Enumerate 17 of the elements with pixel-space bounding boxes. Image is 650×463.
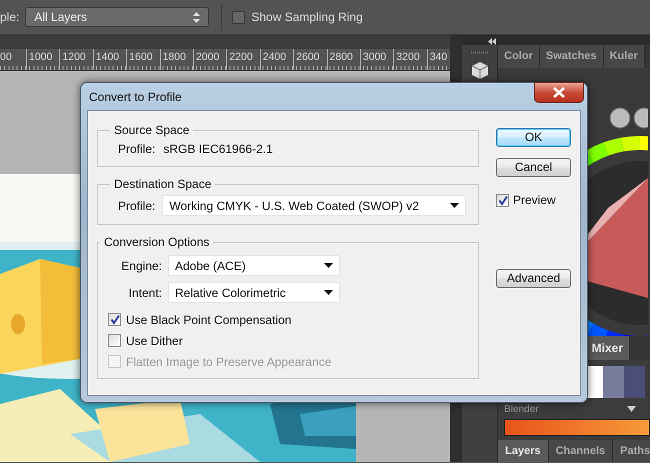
group-legend: Destination Space — [110, 177, 216, 191]
dialog-title: Convert to Profile — [88, 89, 182, 106]
field-label: Intent: — [128, 284, 162, 302]
sample-label: ple: — [0, 9, 20, 26]
checkbox-label: Flatten Image to Preserve Appearance — [126, 354, 332, 370]
checkbox-label: Use Black Point Compensation — [126, 312, 292, 328]
checkbox-label: Use Dither — [126, 332, 183, 350]
ruler-label: 00 — [0, 50, 13, 65]
field-label: Profile: — [118, 198, 156, 214]
field-label: Profile: — [118, 141, 156, 158]
sampling-ring-label: Show Sampling Ring — [251, 9, 363, 26]
profile-value: sRGB IEC61966-2.1 — [163, 141, 273, 158]
group-legend: Source Space — [110, 123, 194, 137]
group-legend: Conversion Options — [100, 235, 214, 249]
field-label: Engine: — [120, 258, 162, 274]
blender-label: Blender — [504, 402, 539, 416]
checkbox-label: Preview — [513, 192, 556, 209]
